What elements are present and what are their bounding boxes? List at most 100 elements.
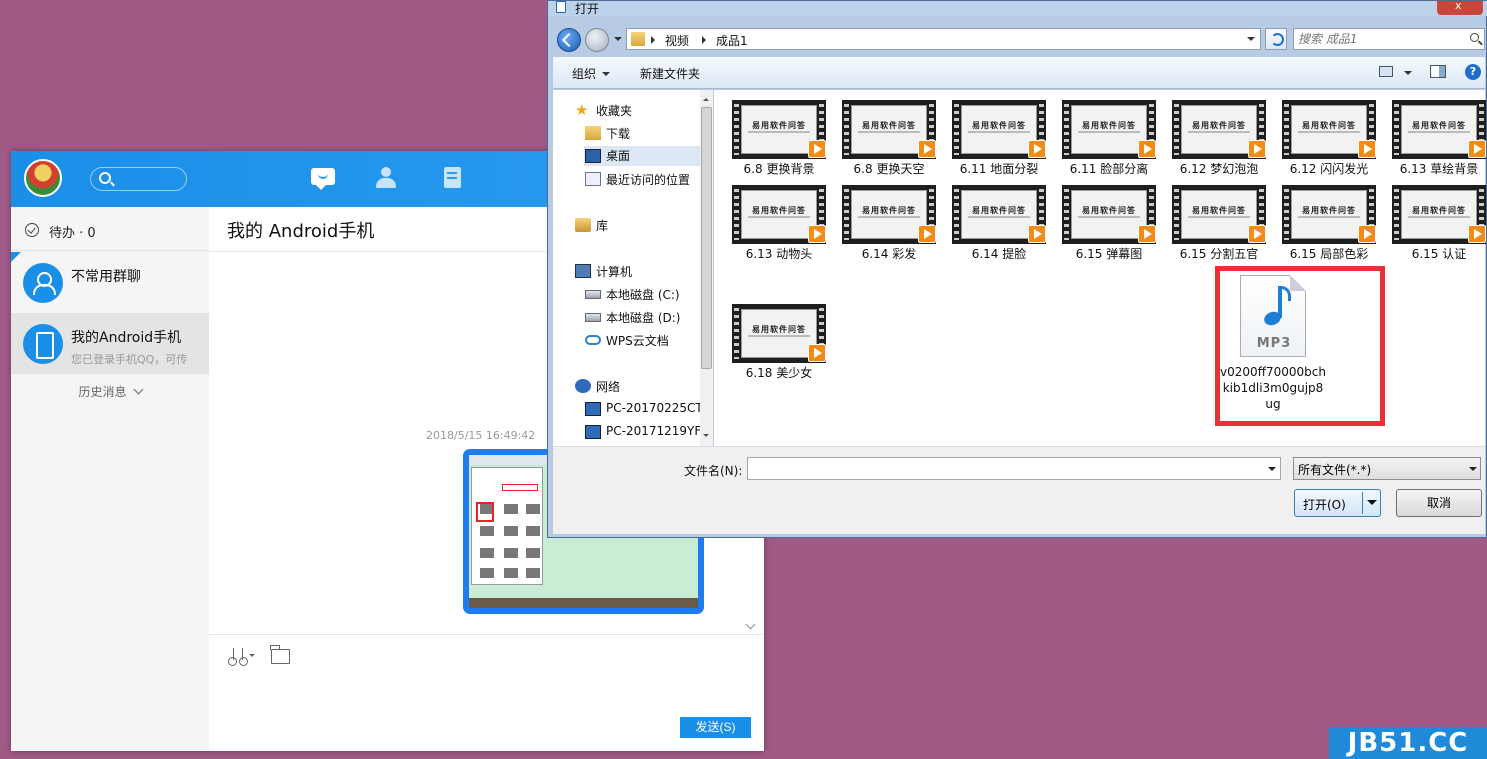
refresh-button[interactable]	[1265, 28, 1287, 50]
video-file-item[interactable]: 易用软件问答 6.18 美少女	[729, 294, 829, 384]
breadcrumb-separator	[702, 36, 710, 44]
organize-button[interactable]: 组织	[572, 65, 611, 82]
chevron-down-icon[interactable]	[1247, 37, 1255, 45]
disk-icon	[585, 290, 601, 299]
scrollbar[interactable]	[700, 90, 713, 446]
thumbnail-subtext	[968, 216, 1030, 218]
scroll-up-icon[interactable]	[703, 95, 709, 101]
nav-item-pc[interactable]: PC-20170225CT	[585, 401, 703, 416]
thumbnail-frame: 易用软件问答	[741, 309, 817, 358]
nav-item-favorites[interactable]: ★ 收藏夹	[575, 102, 632, 119]
search-field[interactable]	[1293, 28, 1485, 50]
video-file-item[interactable]: 易用软件问答 6.15 局部色彩	[1279, 175, 1379, 265]
thumbnail-subtext	[1408, 131, 1470, 133]
back-button[interactable]	[557, 28, 581, 52]
tab-messages[interactable]	[309, 165, 337, 191]
play-icon	[918, 225, 936, 243]
folder-icon[interactable]	[270, 645, 290, 664]
nav-label: PC-20170225CT	[606, 401, 703, 415]
history-dropdown[interactable]	[614, 37, 622, 45]
collapse-icon[interactable]	[745, 619, 756, 630]
nav-item-downloads[interactable]: 下载	[585, 125, 630, 142]
scroll-thumb[interactable]	[701, 107, 712, 369]
nav-item-disk-d[interactable]: 本地磁盘 (D:)	[585, 309, 681, 326]
cancel-button[interactable]: 取消	[1396, 489, 1482, 517]
nav-label: 本地磁盘 (D:)	[606, 311, 681, 325]
tab-contacts[interactable]	[372, 165, 400, 191]
preview-pane-icon[interactable]	[1430, 65, 1446, 78]
video-file-item[interactable]: 易用软件问答 6.12 梦幻泡泡	[1169, 90, 1269, 180]
address-bar[interactable]: 视频 成品1	[626, 28, 1261, 50]
search-input[interactable]	[1298, 31, 1458, 47]
video-file-item[interactable]: 易用软件问答 6.15 弹幕图	[1059, 175, 1159, 265]
play-icon	[1358, 225, 1376, 243]
thumbnail-text: 易用软件问答	[972, 206, 1026, 215]
thumbnail-text: 易用软件问答	[972, 121, 1026, 130]
list-item[interactable]: 我的Android手机 您已登录手机QQ，可传	[11, 313, 209, 374]
thumbnail-text: 易用软件问答	[1192, 121, 1246, 130]
breadcrumb-separator	[651, 36, 659, 44]
history-button[interactable]: 历史消息	[11, 383, 209, 400]
video-file-item[interactable]: 易用软件问答 6.15 分割五官	[1169, 175, 1269, 265]
thumbnail-frame: 易用软件问答	[741, 190, 817, 239]
file-name: 6.15 认证	[1411, 247, 1467, 261]
filename-field[interactable]	[747, 457, 1281, 480]
search-input[interactable]	[90, 167, 187, 191]
video-file-item[interactable]: 易用软件问答 6.8 更换背景	[729, 90, 829, 180]
video-file-item[interactable]: 易用软件问答 6.15 认证	[1389, 175, 1487, 265]
nav-item-pc[interactable]: PC-20171219YF	[585, 424, 701, 439]
watermark: JB51.CC	[1329, 727, 1487, 759]
thumbnail-frame: 易用软件问答	[851, 105, 927, 154]
nav-item-library[interactable]: 库	[575, 217, 608, 234]
video-file-item[interactable]: 易用软件问答 6.12 闪闪发光	[1279, 90, 1379, 180]
open-button[interactable]: 打开(O)	[1294, 489, 1381, 517]
scroll-down-icon[interactable]	[703, 434, 709, 440]
todo-row[interactable]: 待办 · 0	[11, 207, 209, 251]
nav-item-wps-cloud[interactable]: WPS云文档	[585, 332, 669, 349]
view-icon[interactable]	[1379, 66, 1393, 77]
film-strip	[1174, 104, 1179, 155]
help-icon[interactable]: ?	[1465, 64, 1481, 80]
nav-item-computer[interactable]: 计算机	[575, 263, 632, 280]
thumbnail-frame: 易用软件问答	[1401, 105, 1477, 154]
thumbnail-text: 易用软件问答	[1412, 206, 1466, 215]
message-timestamp: 2018/5/15 16:49:42	[426, 429, 536, 442]
nav-item-network[interactable]: 网络	[575, 378, 620, 395]
mp3-file-item[interactable]: MP3 v0200ff70000bchkib1dli3m0gujp8ug	[1215, 266, 1385, 426]
video-file-item[interactable]: 易用软件问答 6.14 提脸	[949, 175, 1049, 265]
new-folder-button[interactable]: 新建文件夹	[640, 65, 700, 82]
send-button[interactable]: 发送(S)	[680, 717, 751, 738]
thumbnail-frame: 易用软件问答	[961, 105, 1037, 154]
list-item[interactable]: 不常用群聊	[11, 252, 209, 313]
history-label: 历史消息	[78, 385, 127, 399]
forward-button[interactable]	[585, 28, 609, 52]
nav-item-disk-c[interactable]: 本地磁盘 (C:)	[585, 286, 680, 303]
search-icon[interactable]	[1470, 33, 1479, 42]
video-file-item[interactable]: 易用软件问答 6.8 更换天空	[839, 90, 939, 180]
view-dropdown[interactable]	[1404, 71, 1412, 79]
video-file-item[interactable]: 易用软件问答 6.11 脸部分离	[1059, 90, 1159, 180]
file-name: 6.14 彩发	[861, 247, 917, 261]
breadcrumb-item[interactable]: 视频	[665, 32, 689, 49]
breadcrumb-item[interactable]: 成品1	[716, 32, 748, 49]
organize-label: 组织	[572, 67, 597, 81]
thumbnail-subtext	[748, 131, 810, 133]
video-file-item[interactable]: 易用软件问答 6.13 动物头	[729, 175, 829, 265]
filetype-select[interactable]: 所有文件(*.*)	[1293, 457, 1481, 480]
close-button[interactable]	[1437, 0, 1483, 15]
video-file-item[interactable]: 易用软件问答 6.13 草绘背景	[1389, 90, 1487, 180]
nav-item-desktop[interactable]: 桌面	[584, 146, 700, 166]
nav-item-recent[interactable]: 最近访问的位置	[585, 171, 690, 188]
thumbnail-subtext	[858, 216, 920, 218]
video-thumbnail: 易用软件问答	[732, 185, 826, 244]
film-strip	[844, 189, 849, 240]
play-icon	[1248, 140, 1266, 158]
chevron-down-icon[interactable]	[1268, 467, 1276, 475]
video-file-item[interactable]: 易用软件问答 6.11 地面分裂	[949, 90, 1049, 180]
film-strip	[1394, 104, 1399, 155]
avatar[interactable]	[24, 159, 62, 197]
open-dropdown-icon[interactable]	[1367, 500, 1377, 510]
video-file-item[interactable]: 易用软件问答 6.14 彩发	[839, 175, 939, 265]
tab-files[interactable]	[438, 165, 466, 191]
screenshot-icon[interactable]	[228, 648, 255, 666]
